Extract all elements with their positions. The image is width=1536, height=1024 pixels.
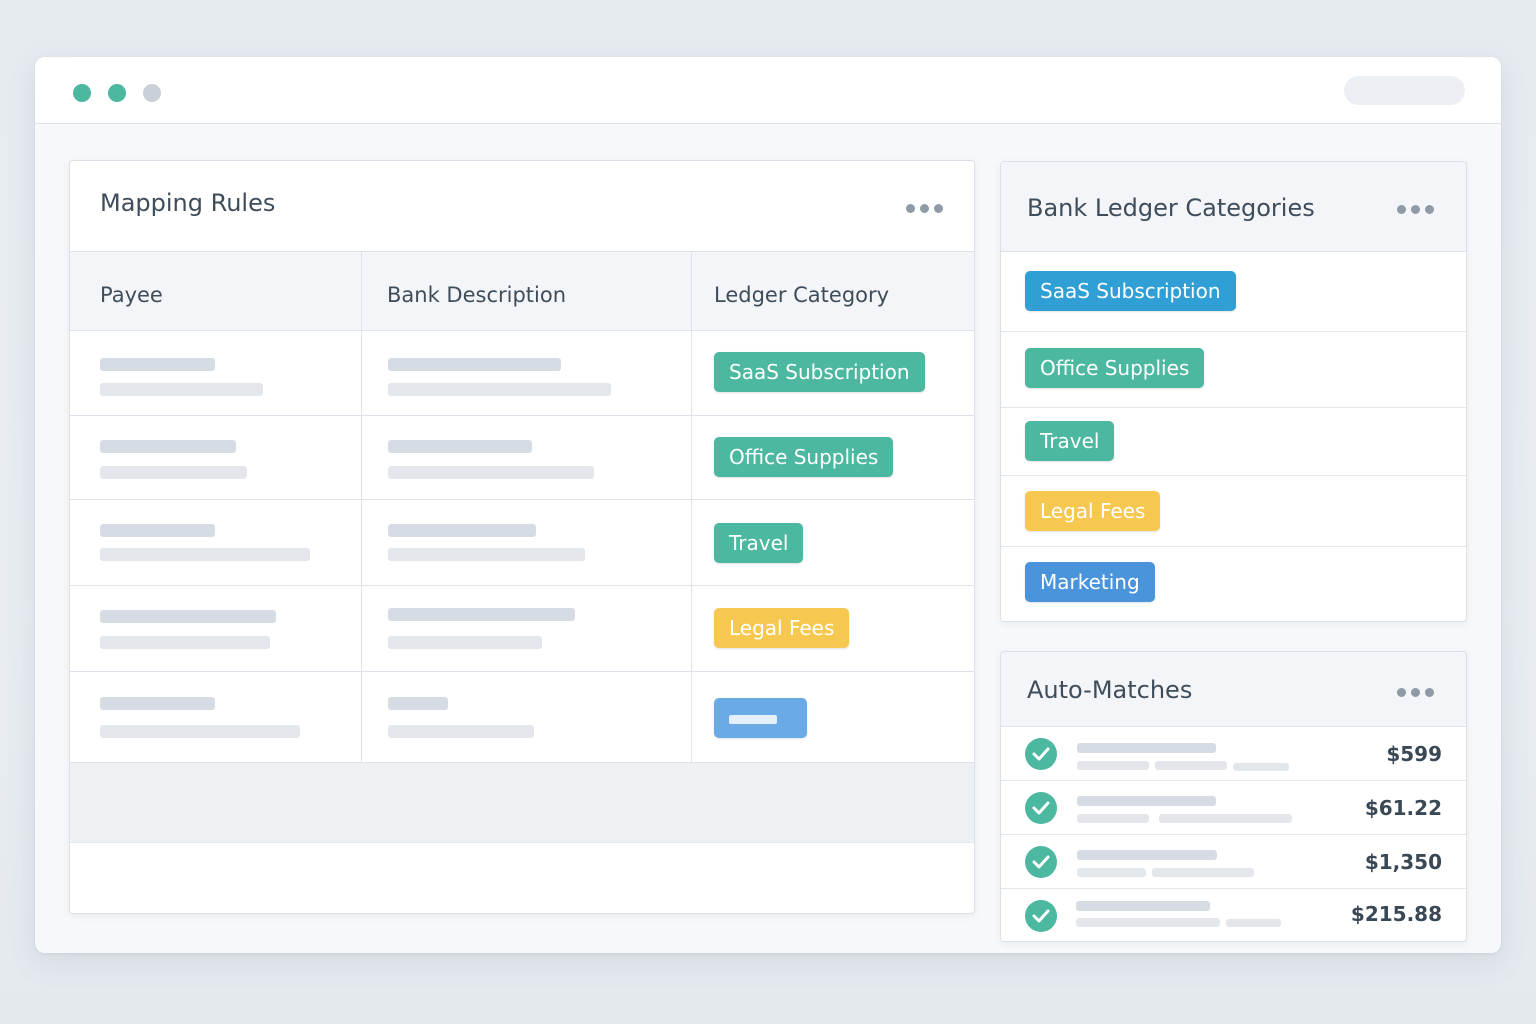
- table-row[interactable]: [70, 672, 974, 763]
- placeholder-text: [388, 608, 575, 621]
- table-row[interactable]: Legal Fees: [70, 586, 974, 672]
- check-circle-icon: [1025, 738, 1057, 770]
- match-amount: $599: [1386, 742, 1442, 766]
- placeholder-text: [1233, 763, 1289, 771]
- placeholder-text: [1159, 814, 1292, 823]
- title-bar: [35, 57, 1501, 124]
- list-item[interactable]: $1,350: [1001, 835, 1466, 889]
- list-item: SaaS Subscription: [1001, 253, 1466, 332]
- category-tag[interactable]: SaaS Subscription: [714, 352, 925, 392]
- category-tag[interactable]: Office Supplies: [1025, 348, 1205, 388]
- table-row[interactable]: Office Supplies: [70, 416, 974, 500]
- column-header-payee[interactable]: Payee: [100, 283, 163, 307]
- column-header-ledger-category[interactable]: Ledger Category: [714, 283, 889, 307]
- placeholder-text: [388, 466, 594, 479]
- placeholder-text: [1155, 761, 1227, 770]
- placeholder-text: [100, 725, 300, 738]
- ellipsis-icon[interactable]: [1397, 203, 1437, 215]
- category-tag[interactable]: Legal Fees: [714, 608, 850, 648]
- card-title: Mapping Rules: [100, 189, 276, 217]
- category-tag[interactable]: Marketing: [1025, 562, 1155, 602]
- list-item[interactable]: $599: [1001, 727, 1466, 781]
- placeholder-text: [100, 358, 215, 371]
- placeholder-text: [1077, 814, 1149, 823]
- match-amount: $61.22: [1364, 796, 1442, 820]
- placeholder-text: [1077, 868, 1146, 877]
- check-circle-icon: [1025, 792, 1057, 824]
- list-item[interactable]: $61.22: [1001, 781, 1466, 835]
- column-divider: [691, 251, 692, 763]
- table-row[interactable]: SaaS Subscription: [70, 331, 974, 416]
- column-header-bank-description[interactable]: Bank Description: [387, 283, 566, 307]
- placeholder-text: [1226, 919, 1281, 927]
- placeholder-text: [388, 697, 448, 710]
- placeholder-text: [1077, 850, 1217, 860]
- placeholder-text: [1152, 868, 1254, 877]
- placeholder-text: [100, 610, 276, 623]
- placeholder-text: [388, 440, 532, 453]
- placeholder-text: [100, 440, 236, 453]
- list-item: Legal Fees: [1001, 476, 1466, 547]
- category-tag[interactable]: Legal Fees: [1025, 491, 1161, 531]
- match-amount: $215.88: [1350, 902, 1442, 926]
- placeholder-text: [388, 524, 536, 537]
- table-footer: [70, 763, 974, 843]
- card-title: Auto-Matches: [1027, 676, 1193, 704]
- placeholder-text: [1076, 918, 1220, 927]
- placeholder-text: [388, 358, 561, 371]
- mapping-rules-card: Mapping Rules Payee Bank Description Led…: [69, 160, 975, 914]
- table-header: Payee Bank Description Ledger Category: [70, 251, 974, 331]
- check-circle-icon: [1025, 900, 1057, 932]
- placeholder-text: [100, 524, 215, 537]
- column-divider: [361, 251, 362, 763]
- title-bar-pill[interactable]: [1344, 76, 1465, 105]
- placeholder-text: [100, 697, 215, 710]
- list-item[interactable]: $215.88: [1001, 889, 1466, 941]
- card-title: Bank Ledger Categories: [1027, 194, 1315, 222]
- placeholder-text: [729, 715, 777, 724]
- placeholder-text: [388, 636, 542, 649]
- window-control-dot[interactable]: [143, 84, 161, 102]
- table-row[interactable]: Travel: [70, 500, 974, 586]
- category-tag-placeholder[interactable]: [714, 698, 807, 738]
- placeholder-text: [100, 548, 310, 561]
- category-tag[interactable]: Travel: [1025, 421, 1115, 461]
- window-control-dot[interactable]: [108, 84, 126, 102]
- placeholder-text: [388, 548, 585, 561]
- placeholder-text: [1076, 901, 1210, 911]
- placeholder-text: [100, 383, 263, 396]
- list-item: Marketing: [1001, 547, 1466, 621]
- placeholder-text: [1077, 796, 1216, 806]
- ellipsis-icon[interactable]: [1397, 686, 1437, 698]
- list-item: Office Supplies: [1001, 332, 1466, 408]
- placeholder-text: [1077, 761, 1149, 770]
- auto-matches-card: Auto-Matches $599 $61.22 $1,350 $215.88: [1000, 651, 1467, 942]
- placeholder-text: [100, 466, 247, 479]
- category-tag[interactable]: Office Supplies: [714, 437, 894, 477]
- placeholder-text: [100, 636, 270, 649]
- placeholder-text: [388, 383, 611, 396]
- ellipsis-icon[interactable]: [906, 202, 946, 214]
- bank-ledger-categories-card: Bank Ledger Categories SaaS Subscription…: [1000, 161, 1467, 622]
- category-tag[interactable]: Travel: [714, 523, 804, 563]
- category-tag[interactable]: SaaS Subscription: [1025, 271, 1236, 311]
- placeholder-text: [388, 725, 534, 738]
- check-circle-icon: [1025, 846, 1057, 878]
- window-control-dot[interactable]: [73, 84, 91, 102]
- match-amount: $1,350: [1364, 850, 1442, 874]
- list-item: Travel: [1001, 408, 1466, 476]
- placeholder-text: [1077, 743, 1216, 753]
